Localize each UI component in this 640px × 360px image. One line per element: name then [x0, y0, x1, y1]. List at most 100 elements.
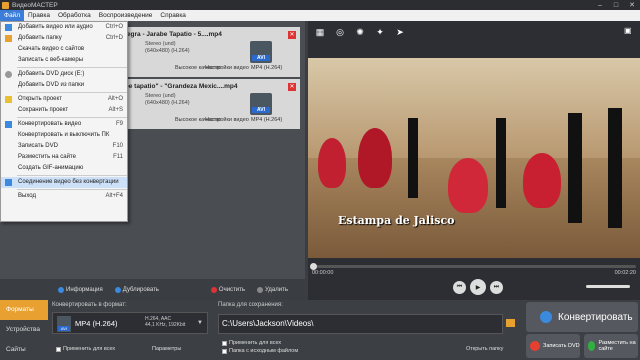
menu-edit[interactable]: Правка	[24, 10, 54, 21]
menu-item-exit[interactable]: Выход Alt+F4	[1, 191, 127, 202]
format-selector[interactable]: AVI MP4 (H.264) H.264, AAC 44,1 KHz, 192K…	[52, 312, 208, 334]
publish-button[interactable]: Разместить на сайте	[584, 334, 638, 358]
menu-item-add-folder[interactable]: Добавить папку Ctrl+D	[1, 33, 127, 44]
menu-item-shortcut: Ctrl+O	[105, 24, 123, 30]
burn-dvd-label: Записать DVD	[543, 343, 580, 349]
save-path-field[interactable]: C:\Users\Jackson\Videos\	[218, 314, 503, 334]
menu-item-add-dvd[interactable]: Добавить DVD диск (E:)	[1, 69, 127, 80]
dancer-figure	[448, 158, 488, 213]
menu-file[interactable]: Файл	[0, 10, 24, 21]
remove-clip-button[interactable]: ✕	[288, 31, 296, 39]
menu-help[interactable]: Справка	[156, 10, 190, 21]
browse-folder-icon[interactable]	[506, 319, 515, 327]
menu-item-add-video[interactable]: Добавить видео или аудио Ctrl+O	[1, 22, 127, 33]
avi-badge: AVI	[252, 107, 270, 113]
speed-icon[interactable]: ➤	[394, 26, 406, 38]
menu-item-label: Записать с веб-камеры	[18, 57, 84, 63]
film-icon[interactable]: ▦	[314, 26, 326, 38]
seek-handle[interactable]	[310, 263, 317, 270]
title-bar: ВидеоМАСТЕР – □ ✕	[0, 0, 640, 10]
next-frame-button[interactable]: ⏭	[490, 280, 503, 294]
play-button[interactable]: ▶	[470, 279, 486, 295]
menu-separator	[17, 67, 127, 68]
volume-slider[interactable]	[586, 285, 630, 288]
trash-icon	[257, 286, 264, 293]
tab-formats[interactable]: Форматы	[0, 300, 48, 320]
publish-label: Разместить на сайте	[598, 340, 636, 352]
menu-item-download[interactable]: Скачать видео с сайтов	[1, 44, 127, 55]
clear-button[interactable]: Очистить	[210, 286, 245, 293]
convert-format-section: Конвертировать в формат: AVI MP4 (H.264)…	[52, 302, 210, 358]
convert-button[interactable]: Конвертировать	[526, 302, 638, 332]
file-menu-dropdown: Добавить видео или аудио Ctrl+O Добавить …	[0, 21, 128, 222]
menu-item-publish[interactable]: Разместить на сайте F11	[1, 152, 127, 163]
preview-toolbar: ▦ ◎ ✺ ✦ ➤ ▣	[308, 21, 640, 43]
menu-item-label: Конвертировать видео	[18, 121, 82, 127]
duplicate-button[interactable]: Дублировать	[114, 286, 159, 293]
params-button[interactable]: Параметры	[152, 346, 181, 352]
snapshot-icon[interactable]: ▣	[624, 26, 634, 36]
close-button[interactable]: ✕	[624, 0, 640, 10]
source-folder-checkbox[interactable]: Папка с исходным файлом	[222, 348, 298, 354]
format-spec: H.264, AAC 44,1 KHz, 192Kbit	[145, 316, 185, 328]
tab-sites[interactable]: Сайты	[0, 340, 48, 360]
seek-bar[interactable]	[310, 263, 636, 270]
app-logo-icon	[2, 1, 9, 9]
avi-badge: AVI	[58, 326, 70, 331]
delete-button[interactable]: Удалить	[257, 286, 288, 293]
clip-settings[interactable]: Настройки видео	[205, 65, 249, 71]
menu-item-shortcut: F11	[113, 154, 123, 160]
clear-icon	[210, 286, 217, 293]
dancer-figure	[608, 108, 622, 228]
checkbox-box[interactable]	[222, 348, 227, 354]
info-button[interactable]: Информация	[58, 286, 103, 293]
folder-icon	[5, 35, 12, 42]
menu-item-convert[interactable]: Конвертировать видео F9	[1, 119, 127, 130]
checkbox-box[interactable]	[222, 340, 227, 346]
menu-item-shortcut: Alt+F4	[105, 193, 123, 199]
window-controls: – □ ✕	[592, 0, 640, 10]
menu-item-convert-shutdown[interactable]: Конвертировать и выключить ПК	[1, 130, 127, 141]
dancer-figure	[496, 118, 506, 208]
menu-item-label: Соединение видео без конвертации	[18, 179, 119, 185]
menu-playback[interactable]: Воспроизведение	[95, 10, 157, 21]
format-thumbnail[interactable]: AVI	[250, 93, 272, 115]
globe-icon	[588, 341, 596, 351]
menu-item-dvd-folder[interactable]: Добавить DVD из папки	[1, 80, 127, 91]
save-apply-all-checkbox[interactable]: Применить для всех	[222, 340, 281, 346]
checkbox-label: Папка с исходным файлом	[229, 348, 299, 354]
minimize-button[interactable]: –	[592, 0, 608, 10]
apply-all-checkbox[interactable]: Применить для всех	[56, 346, 115, 352]
remove-clip-button[interactable]: ✕	[288, 83, 296, 91]
convert-icon	[5, 121, 12, 128]
menu-item-save-project[interactable]: Сохранить проект Alt+S	[1, 105, 127, 116]
dancer-figure	[568, 113, 582, 223]
menu-item-webcam[interactable]: Записать с веб-камеры	[1, 55, 127, 66]
menu-item-join[interactable]: Соединение видео без конвертации	[1, 177, 127, 188]
tab-devices[interactable]: Устройства	[0, 320, 48, 340]
burn-dvd-button[interactable]: Записать DVD	[526, 334, 580, 358]
video-preview[interactable]: Estampa de Jalisco	[308, 58, 640, 258]
effects-icon[interactable]: ◎	[334, 26, 346, 38]
menu-processing[interactable]: Обработка	[54, 10, 95, 21]
info-label: Информация	[66, 286, 103, 293]
dvd-icon	[5, 71, 12, 78]
format-thumbnail[interactable]: AVI	[250, 41, 272, 63]
enhance-icon[interactable]: ✦	[374, 26, 386, 38]
menu-item-label: Добавить видео или аудио	[18, 24, 93, 30]
menu-separator	[17, 92, 127, 93]
menu-item-gif[interactable]: Создать GIF-анимацию	[1, 163, 127, 174]
chevron-down-icon[interactable]: ▼	[197, 320, 203, 326]
brightness-icon[interactable]: ✺	[354, 26, 366, 38]
maximize-button[interactable]: □	[608, 0, 624, 10]
menu-item-burn-dvd[interactable]: Записать DVD F10	[1, 141, 127, 152]
menu-item-open-project[interactable]: Открыть проект Alt+O	[1, 94, 127, 105]
open-folder-button[interactable]: Открыть папку	[466, 346, 503, 352]
checkbox-box[interactable]	[56, 346, 61, 352]
prev-frame-button[interactable]: ⏮	[453, 280, 466, 294]
dancer-figure	[523, 153, 561, 208]
format-spec-audio: 44,1 KHz, 192Kbit	[145, 322, 186, 328]
menu-item-shortcut: Alt+O	[107, 96, 123, 102]
menu-separator	[17, 189, 127, 190]
clip-settings[interactable]: Настройки видео	[205, 117, 249, 123]
